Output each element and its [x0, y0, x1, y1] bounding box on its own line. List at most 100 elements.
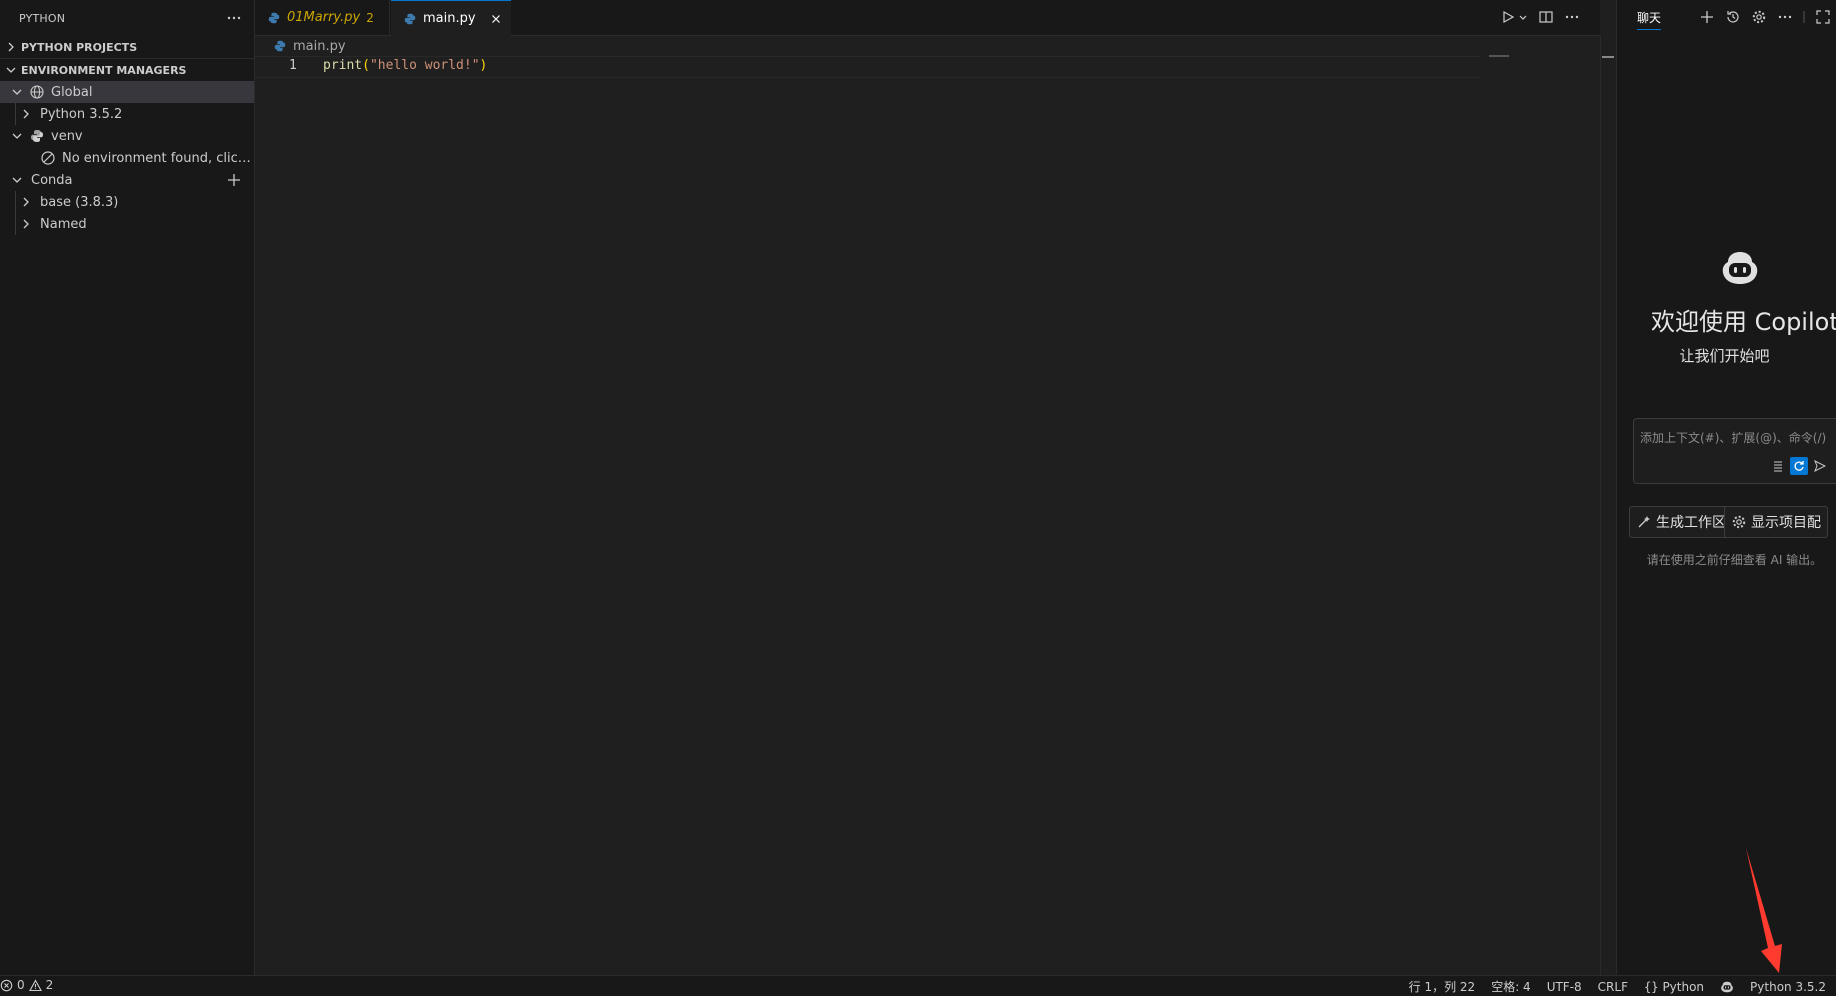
chevron-right-icon: [23, 109, 29, 119]
section-python-projects[interactable]: PYTHON PROJECTS: [0, 36, 254, 58]
tab-01marry[interactable]: 01Marry.py 2: [255, 0, 390, 35]
circle-slash-icon: [41, 151, 55, 165]
status-right: 行 1，列 22 空格: 4 UTF-8 CRLF {} Python Pyth…: [1409, 978, 1826, 995]
python-file-icon: [404, 13, 416, 24]
tab-main-py[interactable]: main.py: [391, 0, 511, 36]
new-chat-icon[interactable]: [1699, 9, 1715, 25]
sidebar-title: PYTHON: [19, 11, 66, 25]
section-environment-managers[interactable]: ENVIRONMENT MANAGERS: [0, 58, 254, 81]
ai-disclaimer: 请在使用之前仔细查看 AI 输出。: [1646, 553, 1823, 567]
gear-icon: [1732, 515, 1746, 529]
line-number: 1: [289, 58, 297, 73]
tab-chat[interactable]: 聊天: [1637, 9, 1662, 30]
tree-item-label: venv: [51, 128, 83, 144]
show-project-config-button[interactable]: 显示项目配: [1724, 506, 1828, 538]
gear-icon[interactable]: [1751, 9, 1767, 25]
tree-item-global[interactable]: Global: [0, 81, 254, 103]
copilot-status-icon[interactable]: [1720, 980, 1734, 994]
editor-actions: [1500, 9, 1580, 25]
section-label: PYTHON PROJECTS: [21, 40, 138, 54]
language-mode[interactable]: {} Python: [1644, 980, 1704, 994]
chat-input-tools: [1769, 457, 1829, 475]
close-icon[interactable]: [489, 12, 503, 26]
problem-count-badge: 2: [366, 10, 374, 25]
code-text: print("hello world!"): [323, 58, 488, 73]
tree-item-label: base (3.8.3): [40, 194, 119, 210]
cursor-position[interactable]: 行 1，列 22: [1409, 978, 1476, 995]
welcome-subtitle: 让我们开始吧: [1679, 347, 1770, 365]
code-editor[interactable]: 1 print("hello world!"): [255, 56, 1600, 956]
error-icon: [0, 979, 13, 991]
tree-item-no-environment[interactable]: No environment found, click t...: [0, 147, 254, 169]
warning-icon: [28, 978, 42, 991]
editor-tab-bar: 01Marry.py 2 main.py: [255, 0, 1600, 36]
welcome-heading: 欢迎使用 Copilot: [1651, 308, 1836, 336]
minimap[interactable]: [1489, 55, 1509, 57]
more-actions-icon[interactable]: [1777, 9, 1793, 25]
breadcrumb-file: main.py: [293, 38, 346, 54]
code-line: 1 print("hello world!"): [255, 56, 1480, 78]
history-icon[interactable]: [1725, 9, 1741, 25]
tree-item-python-352[interactable]: Python 3.5.2: [0, 103, 254, 125]
chevron-right-icon: [23, 219, 29, 229]
copilot-chat-panel: 聊天 欢迎使用 Copilot 让我们开始吧 添加上下文(#)、扩展(@)、命令…: [1616, 0, 1836, 975]
tab-label: main.py: [423, 11, 476, 26]
indent-guide: [15, 103, 16, 125]
chevron-down-icon: [12, 177, 22, 183]
copilot-icon: [1722, 252, 1758, 284]
tree-item-label: Global: [51, 84, 93, 100]
editor-scrollbar[interactable]: [1600, 36, 1615, 976]
wand-icon: [1638, 516, 1650, 528]
chevron-down-icon: [12, 89, 22, 95]
scrollbar-cursor-marker: [1602, 56, 1614, 58]
indentation[interactable]: 空格: 4: [1491, 978, 1531, 995]
chip-label: 显示项目配: [1751, 515, 1821, 531]
section-label: ENVIRONMENT MANAGERS: [21, 63, 187, 77]
language-label: Python: [1662, 979, 1705, 994]
tree-item-conda[interactable]: Conda: [0, 169, 254, 191]
send-icon[interactable]: [1811, 457, 1829, 475]
python-icon: [31, 130, 43, 142]
tree-item-named[interactable]: Named: [0, 213, 254, 235]
sidebar-header: PYTHON: [0, 0, 254, 36]
tree-item-label: No environment found, click t...: [62, 150, 254, 166]
python-sidebar: PYTHON PYTHON PROJECTS ENVIRONMENT MANAG…: [0, 0, 255, 975]
maximize-icon[interactable]: [1815, 9, 1831, 25]
chevron-right-icon: [8, 42, 14, 52]
chat-header: 聊天: [1617, 0, 1836, 35]
globe-icon: [30, 85, 44, 99]
chat-actions: [1699, 9, 1831, 25]
attach-context-icon[interactable]: [1769, 457, 1787, 475]
chevron-down-icon: [6, 67, 16, 73]
braces-icon: {}: [1643, 979, 1659, 994]
tree-item-base[interactable]: base (3.8.3): [0, 191, 254, 213]
error-count: 0: [17, 978, 25, 992]
tab-label: 01Marry.py: [287, 10, 361, 25]
python-file-icon: [268, 12, 280, 23]
status-bar: 0 2 行 1，列 22 空格: 4 UTF-8 CRLF {} Python …: [0, 975, 1836, 996]
generate-workspace-button[interactable]: 生成工作区: [1629, 506, 1733, 538]
breadcrumb[interactable]: main.py: [273, 37, 346, 55]
chevron-down-icon[interactable]: [1518, 9, 1528, 25]
env-tree: Global Python 3.5.2 venv No environment …: [0, 81, 254, 235]
tree-item-venv[interactable]: venv: [0, 125, 254, 147]
add-icon[interactable]: [226, 172, 242, 188]
chip-label: 生成工作区: [1656, 515, 1726, 531]
python-file-icon: [274, 40, 286, 52]
line-ending[interactable]: CRLF: [1598, 980, 1628, 994]
tree-item-label: Python 3.5.2: [40, 106, 123, 122]
more-actions-icon[interactable]: [1564, 9, 1580, 25]
chevron-right-icon: [23, 197, 29, 207]
encoding[interactable]: UTF-8: [1547, 980, 1582, 994]
problems-indicator[interactable]: 0 2: [0, 978, 53, 992]
python-interpreter[interactable]: Python 3.5.2: [1750, 980, 1826, 994]
split-editor-icon[interactable]: [1538, 9, 1554, 25]
tree-item-label: Conda: [31, 172, 73, 188]
run-icon[interactable]: [1500, 9, 1516, 25]
chat-input[interactable]: 添加上下文(#)、扩展(@)、命令(/): [1633, 418, 1836, 484]
annotation-arrow: [1746, 848, 1782, 973]
separator-icon: [1803, 11, 1805, 23]
more-actions-icon[interactable]: [226, 10, 242, 26]
chat-input-placeholder: 添加上下文(#)、扩展(@)、命令(/): [1640, 431, 1827, 445]
refresh-icon[interactable]: [1790, 457, 1808, 475]
